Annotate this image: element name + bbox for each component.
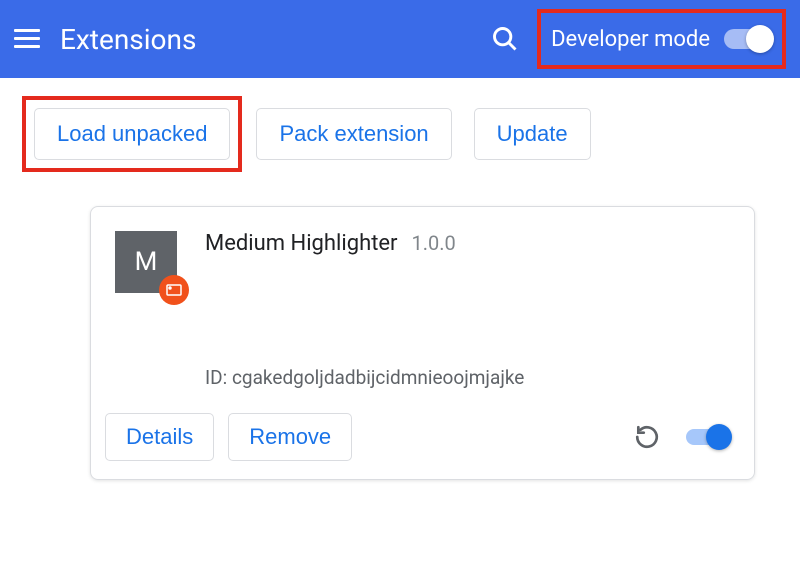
extension-icon: M [115, 231, 177, 293]
extension-version: 1.0.0 [412, 231, 456, 255]
search-icon[interactable] [491, 25, 519, 53]
load-unpacked-button[interactable]: Load unpacked [34, 108, 230, 160]
extension-card: M Medium Highlighter 1.0.0 ID: cgakedgol… [90, 206, 755, 480]
header-bar: Extensions Developer mode [0, 0, 800, 78]
update-button[interactable]: Update [474, 108, 591, 160]
menu-icon[interactable] [14, 29, 40, 49]
reload-icon[interactable] [634, 424, 660, 450]
developer-mode-toggle[interactable] [724, 29, 772, 49]
extension-name: Medium Highlighter [205, 231, 398, 256]
pack-extension-button[interactable]: Pack extension [256, 108, 451, 160]
page-title: Extensions [60, 23, 491, 56]
load-unpacked-highlight: Load unpacked [22, 96, 242, 172]
extension-icon-letter: M [135, 247, 158, 277]
unpacked-badge-icon [159, 275, 189, 305]
details-button[interactable]: Details [105, 413, 214, 461]
developer-mode-label: Developer mode [551, 27, 710, 52]
extension-enable-toggle[interactable] [686, 429, 730, 445]
remove-button[interactable]: Remove [228, 413, 352, 461]
extension-id: ID: cgakedgoljdadbijcidmnieoojmjajke [205, 366, 730, 389]
toolbar: Load unpacked Pack extension Update [0, 78, 800, 182]
developer-mode-highlight: Developer mode [537, 9, 786, 69]
